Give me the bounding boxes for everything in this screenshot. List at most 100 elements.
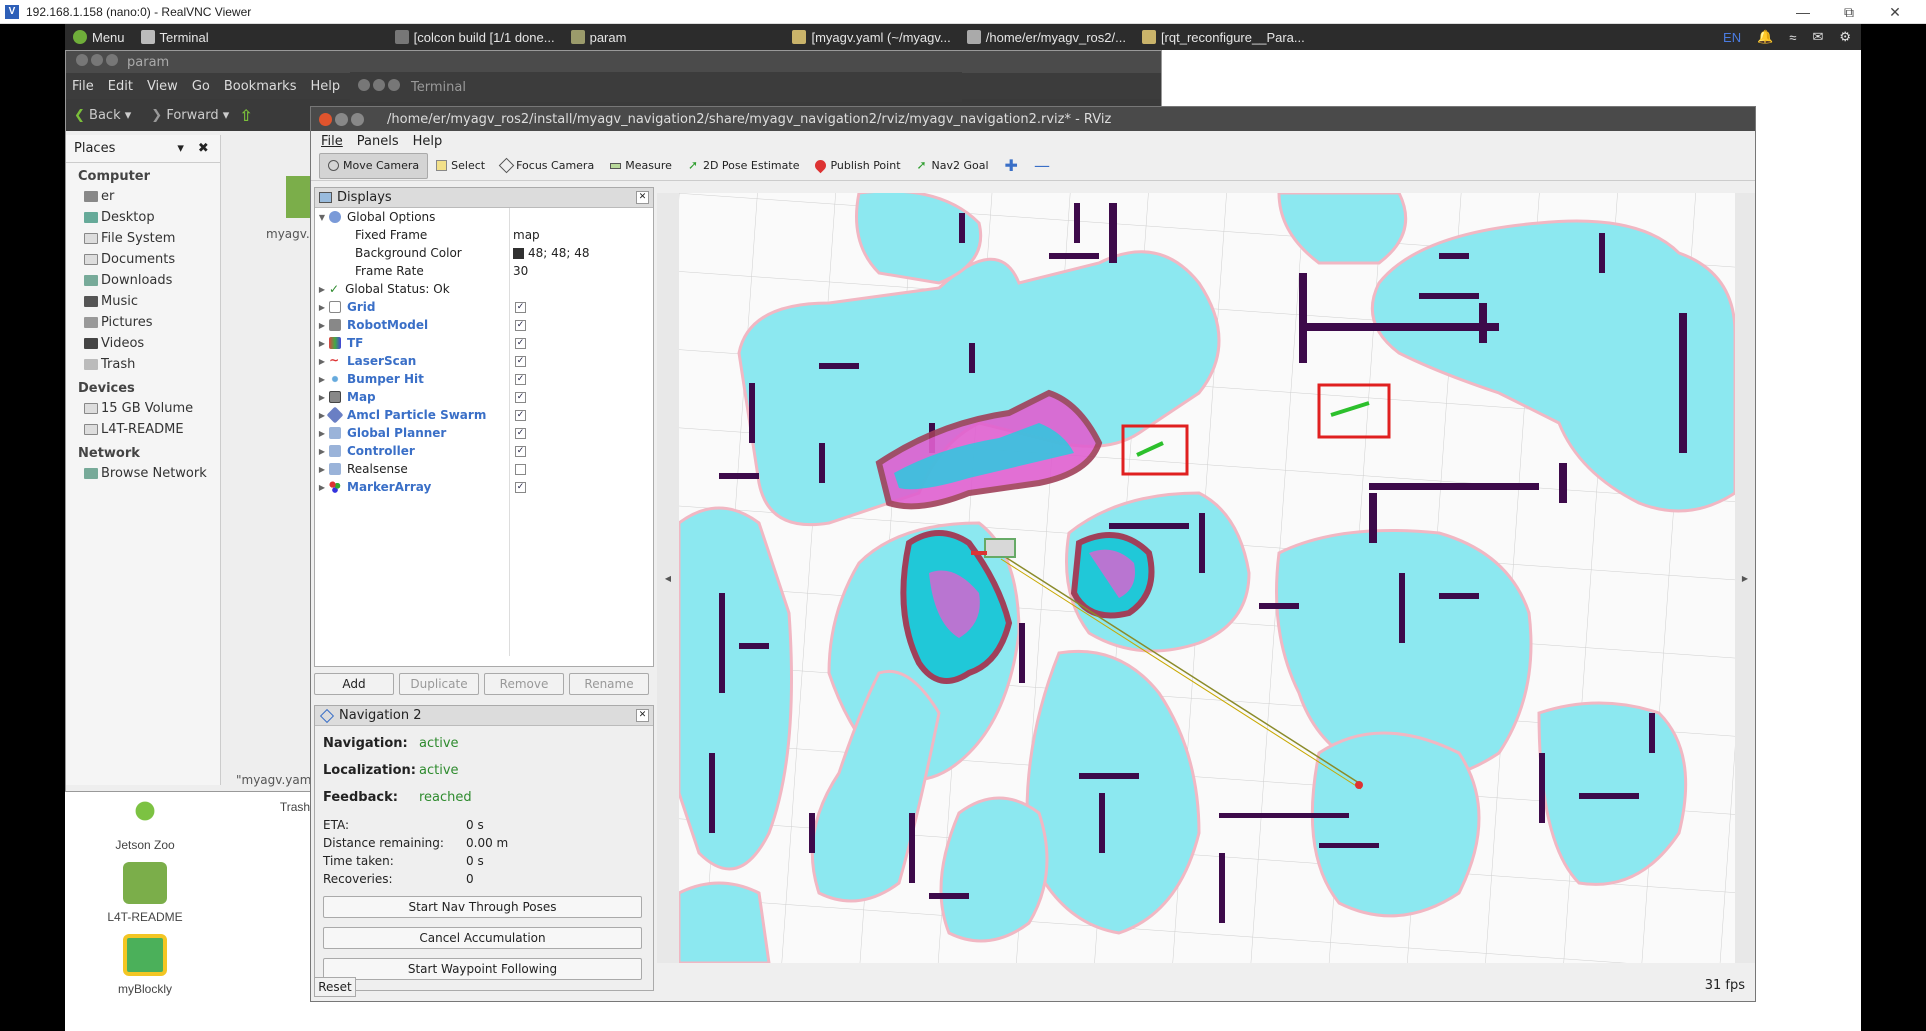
display-checkbox[interactable]: ✓ [515, 373, 526, 385]
places-selector[interactable]: Places [74, 141, 115, 156]
expand-arrow-icon[interactable]: ▶ [315, 303, 329, 312]
forward-button[interactable]: ❯ Forward ▾ [151, 108, 229, 123]
bell-icon[interactable]: 🔔 [1757, 29, 1773, 45]
rename-display-button[interactable]: Rename [569, 673, 649, 695]
expand-arrow-icon[interactable]: ▶ [315, 429, 329, 438]
display-checkbox[interactable]: ✓ [515, 427, 526, 439]
tree-row-markerarray[interactable]: ▶ MarkerArray ✓ [315, 478, 653, 496]
back-button[interactable]: ❮ Back ▾ [74, 108, 131, 123]
sidebar-item-downloads[interactable]: Downloads [66, 270, 220, 291]
window-controls[interactable] [76, 54, 121, 70]
up-arrow-icon[interactable]: ⇧ [239, 106, 252, 125]
desktop-icon-jetson-zoo[interactable]: Jetson Zoo [100, 790, 190, 852]
menu-file[interactable]: File [72, 79, 94, 94]
expand-arrow-icon[interactable]: ▶ [315, 465, 329, 474]
expand-arrow-icon[interactable]: ▶ [315, 357, 329, 366]
close-button[interactable]: ✕ [1872, 0, 1918, 24]
close-window-icon[interactable] [319, 112, 332, 126]
start-waypoint-following-button[interactable]: Start Waypoint Following [323, 958, 642, 980]
task-param[interactable]: param [563, 24, 635, 50]
tree-row-controller[interactable]: ▶ Controller ✓ [315, 442, 653, 460]
display-checkbox[interactable]: ✓ [515, 319, 526, 331]
sidebar-item-desktop[interactable]: Desktop [66, 207, 220, 228]
expand-arrow-icon[interactable]: ▶ [315, 483, 329, 492]
display-checkbox[interactable]: ✓ [515, 355, 526, 367]
reset-button[interactable]: Reset [314, 977, 356, 997]
menu-button[interactable]: Menu [65, 24, 133, 50]
property-value[interactable]: 48; 48; 48 [513, 246, 590, 260]
menu-edit[interactable]: Edit [108, 79, 133, 94]
window-controls[interactable] [358, 79, 403, 95]
expand-arrow-icon[interactable]: ▶ [315, 321, 329, 330]
keyboard-layout-indicator[interactable]: EN [1723, 30, 1741, 45]
display-checkbox[interactable]: ✓ [515, 391, 526, 403]
display-checkbox[interactable]: ✓ [515, 445, 526, 457]
tree-row-global-planner[interactable]: ▶ Global Planner ✓ [315, 424, 653, 442]
expand-arrow-icon[interactable]: ▶ [315, 339, 329, 348]
menu-view[interactable]: View [147, 79, 178, 94]
wifi-icon[interactable]: ≈ [1789, 30, 1796, 45]
close-panel-icon[interactable]: ✕ [636, 191, 649, 204]
close-sidebar-icon[interactable]: ✖ [198, 141, 209, 156]
tool-publish-point[interactable]: Publish Point [807, 153, 908, 179]
sidebar-item-volume[interactable]: 15 GB Volume [66, 398, 220, 419]
sidebar-item-documents[interactable]: Documents [66, 249, 220, 270]
task-rviz[interactable]: /home/er/myagv_ros2/... [959, 24, 1134, 50]
sidebar-item-trash[interactable]: Trash [66, 354, 220, 375]
tool-nav2-goal[interactable]: ➚ Nav2 Goal [909, 153, 997, 179]
menu-help[interactable]: Help [310, 79, 340, 94]
add-tool-button[interactable]: ✚ [997, 153, 1026, 179]
remove-display-button[interactable]: Remove [484, 673, 564, 695]
minimize-button[interactable]: — [1780, 0, 1826, 24]
task-myagv-yaml[interactable]: [myagv.yaml (~/myagv... [784, 24, 958, 50]
menu-bookmarks[interactable]: Bookmarks [224, 79, 297, 94]
start-nav-through-poses-button[interactable]: Start Nav Through Poses [323, 896, 642, 918]
desktop-icon-l4t-readme[interactable]: L4T-README [100, 862, 190, 924]
tool-select[interactable]: Select [428, 153, 493, 179]
menu-panels[interactable]: Panels [357, 134, 399, 149]
sidebar-item-music[interactable]: Music [66, 291, 220, 312]
tree-row-amcl-particle-swarm[interactable]: ▶ Amcl Particle Swarm ✓ [315, 406, 653, 424]
display-checkbox[interactable]: ✓ [515, 409, 526, 421]
terminal-launcher[interactable]: Terminal [133, 24, 217, 50]
tool-2d-pose-estimate[interactable]: ➚ 2D Pose Estimate [680, 153, 808, 179]
collapse-right-handle[interactable]: ▶ [1735, 193, 1755, 963]
expand-arrow-icon[interactable]: ▶ [315, 285, 329, 294]
expand-arrow-icon[interactable]: ▶ [315, 375, 329, 384]
sidebar-item-browse-network[interactable]: Browse Network [66, 463, 220, 484]
cancel-accumulation-button[interactable]: Cancel Accumulation [323, 927, 642, 949]
render-view[interactable] [679, 193, 1735, 963]
task-rqt[interactable]: [rqt_reconfigure__Para... [1134, 24, 1313, 50]
remove-tool-button[interactable]: — [1026, 153, 1058, 179]
tree-row-fixed-frame[interactable]: Fixed Frame map [315, 226, 653, 244]
tree-row-realsense[interactable]: ▶ Realsense [315, 460, 653, 478]
desktop-icon-myblockly[interactable]: myBlockly [100, 934, 190, 996]
tool-focus-camera[interactable]: Focus Camera [493, 153, 602, 179]
display-checkbox[interactable]: ✓ [515, 481, 526, 493]
task-colcon[interactable]: [colcon build [1/1 done... [387, 24, 563, 50]
sidebar-item-l4t-readme[interactable]: L4T-README [66, 419, 220, 440]
tree-row-tf[interactable]: ▶ TF ✓ [315, 334, 653, 352]
menu-go[interactable]: Go [192, 79, 210, 94]
collapse-left-handle[interactable]: ◀ [657, 193, 679, 963]
sidebar-item-er[interactable]: er [66, 186, 220, 207]
menu-file[interactable]: File [321, 134, 343, 149]
minimize-window-icon[interactable] [335, 112, 348, 126]
tree-row-background-color[interactable]: Background Color 48; 48; 48 [315, 244, 653, 262]
display-checkbox[interactable]: ✓ [515, 337, 526, 349]
property-value[interactable]: map [513, 228, 540, 242]
menu-help[interactable]: Help [413, 134, 443, 149]
expand-arrow-icon[interactable]: ▶ [315, 393, 329, 402]
mail-icon[interactable]: ✉ [1812, 29, 1823, 45]
tree-row-global-status[interactable]: ▶ ✓ Global Status: Ok [315, 280, 653, 298]
add-display-button[interactable]: Add [314, 673, 394, 695]
tree-row-bumper-hit[interactable]: ▶ Bumper Hit ✓ [315, 370, 653, 388]
close-panel-icon[interactable]: ✕ [636, 709, 649, 722]
expand-arrow-icon[interactable]: ▼ [315, 213, 329, 222]
dropdown-arrow-icon[interactable]: ▾ [177, 141, 184, 156]
gear-icon[interactable]: ⚙ [1839, 29, 1851, 45]
tree-row-grid[interactable]: ▶ Grid ✓ [315, 298, 653, 316]
costmap-canvas[interactable] [679, 193, 1735, 963]
tree-row-frame-rate[interactable]: Frame Rate 30 [315, 262, 653, 280]
property-value[interactable]: 30 [513, 264, 528, 278]
